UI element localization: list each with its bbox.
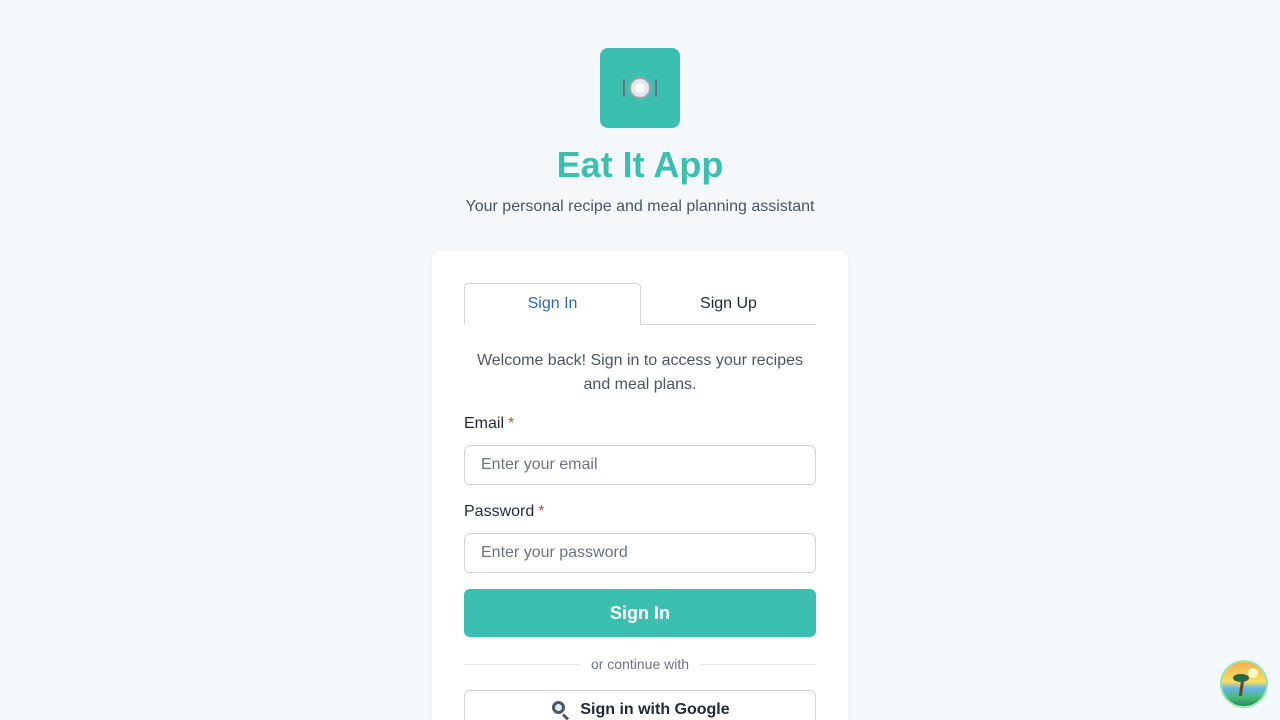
sign-in-button[interactable]: Sign In — [464, 589, 816, 637]
app-logo — [600, 48, 680, 128]
google-sign-in-button[interactable]: Sign in with Google — [464, 690, 816, 720]
required-mark: * — [538, 503, 545, 520]
auth-tabs: Sign In Sign Up — [464, 283, 816, 325]
auth-card: Sign In Sign Up Welcome back! Sign in to… — [432, 251, 848, 720]
password-label-text: Password — [464, 503, 535, 520]
tab-sign-in[interactable]: Sign In — [464, 283, 641, 325]
fork-icon — [623, 79, 625, 97]
sun-icon — [1248, 668, 1258, 678]
password-label: Password * — [464, 503, 544, 521]
email-field[interactable] — [464, 445, 816, 485]
palm-tree-icon — [1238, 679, 1245, 697]
plate-icon — [629, 77, 651, 99]
divider: or continue with — [464, 655, 816, 673]
email-label: Email * — [464, 415, 514, 433]
app-subtitle: Your personal recipe and meal planning a… — [465, 198, 815, 215]
app-title: Eat It App — [556, 144, 724, 185]
palm-leaves-icon — [1233, 674, 1249, 682]
password-field[interactable] — [464, 533, 816, 573]
email-label-text: Email — [464, 415, 505, 432]
magnifying-glass-icon — [550, 700, 570, 720]
welcome-message: Welcome back! Sign in to access your rec… — [476, 352, 804, 393]
tab-sign-up[interactable]: Sign Up — [641, 283, 816, 324]
knife-icon — [655, 79, 657, 97]
divider-line — [464, 663, 581, 665]
user-avatar[interactable] — [1220, 660, 1268, 708]
divider-text: or continue with — [590, 656, 690, 672]
required-mark: * — [508, 415, 515, 432]
google-sign-in-label: Sign in with Google — [580, 701, 730, 718]
divider-line — [699, 663, 816, 665]
